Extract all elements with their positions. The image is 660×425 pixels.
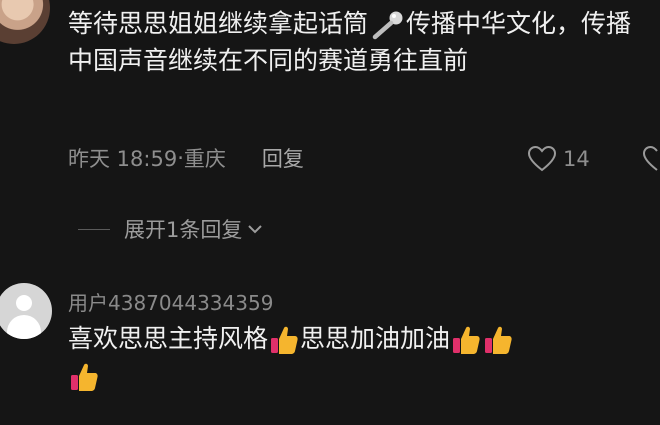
thumbs-up-icon: [69, 361, 99, 393]
thumbs-up-icon: [269, 324, 299, 356]
comment-username[interactable]: 用户4387044334359: [68, 287, 273, 316]
thumbs-up-icon: [483, 324, 513, 356]
expand-replies-label: 展开1条回复: [124, 218, 243, 242]
comment-text-part: 思思加油加油: [300, 324, 451, 353]
expand-replies-button[interactable]: 展开1条回复: [78, 214, 264, 244]
comment-text-part: 等待思思姐姐继续拿起话筒: [68, 9, 369, 38]
broken-heart-icon: [642, 145, 658, 171]
comment-time: 昨天 18:59: [68, 147, 178, 171]
like-count: 14: [563, 147, 590, 171]
comment-text-part: 喜欢思思主持风格: [68, 324, 269, 353]
like-button[interactable]: 14: [527, 145, 590, 173]
comment-location: 重庆: [183, 147, 226, 171]
comment-text: 等待思思姐姐继续拿起话筒 传播中华文化，传播中国声音继续在不同的赛道勇往直前: [68, 5, 653, 79]
chevron-down-icon: [248, 225, 263, 234]
avatar-head: [16, 295, 32, 311]
reply-button[interactable]: 回复: [262, 143, 304, 173]
commenter-avatar[interactable]: [0, 0, 50, 44]
heart-icon: [527, 145, 557, 172]
divider-line: [78, 228, 110, 230]
comment-text: 喜欢思思主持风格 思思加油加油: [68, 320, 653, 394]
avatar-body: [7, 315, 41, 339]
location-separator: ·: [177, 146, 184, 170]
dislike-button[interactable]: [642, 145, 660, 173]
comment-meta: 昨天 18:59 · 重庆 回复: [68, 143, 304, 173]
microphone-icon: [370, 10, 404, 40]
user-avatar[interactable]: [0, 283, 52, 339]
thumbs-up-icon: [451, 324, 481, 356]
